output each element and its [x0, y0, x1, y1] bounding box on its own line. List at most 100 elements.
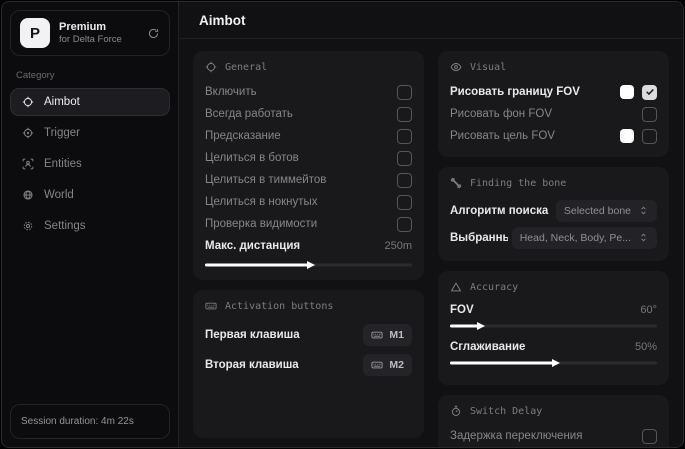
gear-icon	[22, 220, 34, 232]
row-value: 60°	[640, 303, 657, 316]
page-title: Aimbot	[199, 13, 246, 28]
slider-head: FOV 60°	[450, 301, 657, 318]
checkbox[interactable]	[397, 84, 412, 100]
selected-bones-select[interactable]: Head, Neck, Body, Pe...	[511, 226, 657, 249]
product-subtitle: for Delta Force	[59, 34, 122, 45]
sort-icon	[638, 232, 649, 243]
distance-value: 250m	[384, 240, 412, 252]
section-header: Visual	[450, 61, 657, 73]
slider-fill	[450, 361, 554, 365]
bone-row: Алгоритм поиска кост Selected bone	[450, 197, 657, 224]
bone-row: Выбранные кос Head, Neck, Body, Pe...	[450, 224, 657, 251]
sidebar-item-aimbot[interactable]: Aimbot	[10, 88, 170, 116]
app-window: P Premium for Delta Force Category Aimbo…	[1, 1, 684, 448]
slider-fill	[205, 263, 309, 267]
check-icon	[645, 89, 654, 96]
target-icon	[22, 127, 34, 139]
slider-row: FOV 60°	[450, 301, 657, 331]
refresh-icon[interactable]	[147, 27, 160, 40]
sidebar-item-label: Aimbot	[44, 96, 80, 108]
row-label: Целиться в нокнутых	[205, 196, 318, 208]
entities-icon	[22, 158, 34, 170]
visual-row: Рисовать фон FOV	[450, 103, 657, 125]
row-label: Всегда работать	[205, 108, 293, 120]
row-label: Выбранные кос	[450, 231, 508, 244]
toggle-row: Проверка видимости	[205, 213, 412, 235]
page-header: Aimbot	[179, 2, 683, 39]
triangle-icon	[450, 281, 462, 293]
category-label: Category	[16, 70, 55, 81]
visual-row: Рисовать цель FOV	[450, 125, 657, 147]
checkbox[interactable]	[642, 106, 657, 122]
slider-head: Сглаживание 50%	[450, 338, 657, 355]
right-column: Visual Рисовать границу FOV Рисовать фон F…	[438, 51, 669, 447]
session-duration-label: Session duration: 4m 22s	[21, 416, 134, 427]
product-info: Premium for Delta Force	[59, 21, 138, 45]
sort-icon	[638, 205, 649, 216]
checkbox[interactable]	[642, 428, 657, 444]
row-controls	[620, 84, 657, 100]
checkbox[interactable]	[642, 84, 657, 100]
row-controls	[642, 106, 657, 122]
sidebar-item-trigger[interactable]: Trigger	[10, 119, 170, 147]
row-value: 50%	[634, 340, 657, 353]
color-swatch[interactable]	[620, 129, 634, 143]
slider-thumb[interactable]	[551, 359, 560, 367]
sidebar-item-settings[interactable]: Settings	[10, 212, 170, 240]
slider-thumb[interactable]	[476, 322, 485, 330]
sidebar-item-label: Trigger	[44, 127, 80, 139]
toggle-row: Задержка переключения	[450, 425, 657, 447]
checkbox[interactable]	[397, 128, 412, 144]
session-duration: Session duration: 4m 22s	[10, 404, 170, 439]
section-header: General	[205, 61, 412, 73]
keybind-button[interactable]: M2	[363, 354, 412, 376]
smoothing-slider[interactable]	[450, 358, 657, 368]
checkbox[interactable]	[397, 172, 412, 188]
bone-algorithm-select[interactable]: Selected bone	[555, 199, 657, 222]
toggle-row: Включить	[205, 81, 412, 103]
keybind-button[interactable]: M1	[363, 324, 412, 346]
sidebar-item-label: Entities	[44, 158, 82, 170]
toggle-row: Целиться в нокнутых	[205, 191, 412, 213]
sidebar-item-world[interactable]: World	[10, 181, 170, 209]
row-label: Алгоритм поиска кост	[450, 204, 552, 217]
select-value: Head, Neck, Body, Pe...	[519, 231, 631, 244]
finding-the-bone-card: Finding the bone Алгоритм поиска кост Sele…	[438, 167, 669, 261]
row-label: Целиться в ботов	[205, 152, 299, 164]
crosshair-icon	[205, 61, 217, 73]
row-label: Сглаживание	[450, 340, 526, 353]
keybind-label: Вторая клавиша	[205, 359, 299, 371]
premium-card: P Premium for Delta Force	[10, 10, 170, 56]
keybind-label: Первая клавиша	[205, 329, 300, 341]
color-swatch[interactable]	[620, 85, 634, 99]
checkbox[interactable]	[642, 128, 657, 144]
fov-slider[interactable]	[450, 321, 657, 331]
row-label: Целиться в тиммейтов	[205, 174, 327, 186]
checkbox[interactable]	[397, 216, 412, 232]
general-card: General Включить Всегда работать Предсказан…	[193, 51, 424, 280]
section-header: Finding the bone	[450, 177, 657, 189]
product-name: Premium	[59, 21, 107, 33]
accuracy-card: Accuracy FOV 60° Сглаживание 50%	[438, 271, 669, 385]
app-logo: P	[20, 18, 50, 48]
toggle-row: Целиться в тиммейтов	[205, 169, 412, 191]
globe-icon	[22, 189, 34, 201]
slider-thumb[interactable]	[306, 261, 315, 269]
max-distance-slider[interactable]	[205, 260, 412, 270]
switch-delay-card: Switch DelayЗадержка переключенияЗадержк…	[438, 395, 669, 447]
checkbox[interactable]	[397, 194, 412, 210]
sidebar-item-label: Settings	[44, 220, 86, 232]
select-value: Selected bone	[563, 204, 631, 217]
toggle-row: Предсказание	[205, 125, 412, 147]
eye-icon	[450, 61, 462, 73]
sidebar: P Premium for Delta Force Category Aimbo…	[2, 2, 178, 447]
row-controls	[620, 128, 657, 144]
row-label: Рисовать цель FOV	[450, 130, 555, 142]
checkbox[interactable]	[397, 150, 412, 166]
sidebar-item-entities[interactable]: Entities	[10, 150, 170, 178]
section-title: Accuracy	[470, 281, 519, 293]
sidebar-nav: Aimbot Trigger Entities World Settings	[10, 88, 170, 404]
keyboard-icon	[205, 300, 217, 312]
row-label: FOV	[450, 303, 474, 316]
checkbox[interactable]	[397, 106, 412, 122]
